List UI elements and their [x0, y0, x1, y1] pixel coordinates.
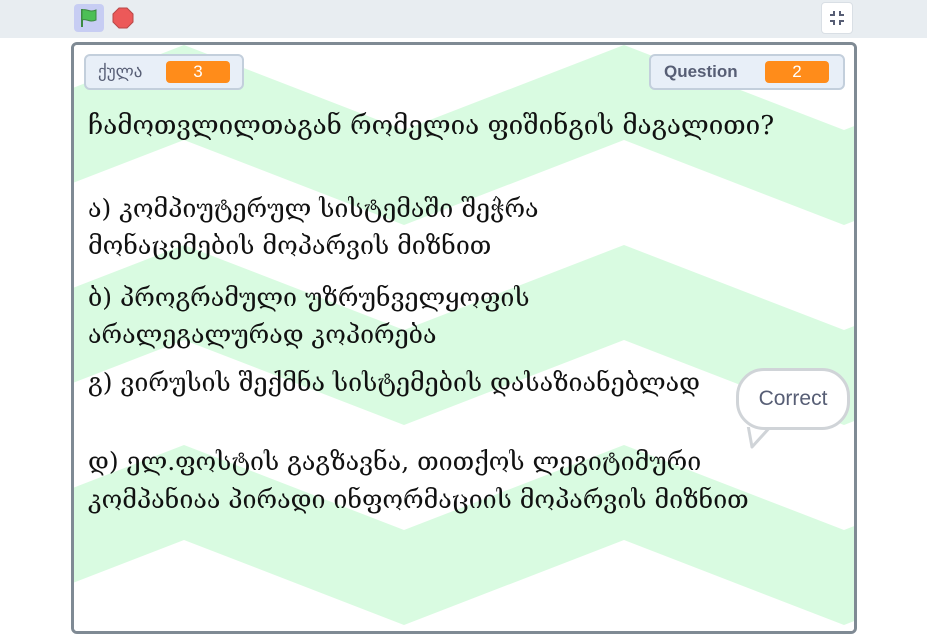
player-controls-bar: [0, 0, 927, 38]
exit-fullscreen-button[interactable]: [821, 2, 853, 34]
score-monitor[interactable]: ქულა 3: [84, 54, 244, 90]
answer-a-line-2: მონაცემების მოპარვის მიზნით: [88, 231, 492, 260]
answer-c-line-1: გ) ვირუსის შექმნა სისტემების დასაზიანებლ…: [88, 368, 701, 397]
stage[interactable]: ქულა 3 Question 2 ჩამოთვლილთაგან რომელია…: [71, 42, 857, 634]
score-label: ქულა: [98, 62, 143, 81]
score-value: 3: [166, 61, 230, 83]
answer-b-line-1: ბ) პროგრამული უზრუნველყოფის: [88, 283, 530, 312]
answer-d-line-1: დ) ელ.ფოსტის გაგზავნა, თითქოს ლეგიტიმური: [88, 447, 702, 476]
question-label: Question: [664, 62, 738, 81]
answer-d-line-2: კომპანიაა პირადი ინფორმაციის მოპარვის მი…: [88, 485, 749, 514]
green-flag-icon: [81, 9, 97, 27]
stop-icon: [112, 7, 134, 29]
speech-bubble: Correct: [736, 368, 850, 430]
question-monitor[interactable]: Question 2: [649, 54, 845, 90]
stop-button[interactable]: [111, 6, 135, 30]
question-text: ჩამოთვლილთაგან რომელია ფიშინგის მაგალითი…: [88, 111, 775, 141]
answer-b-line-2: არალეგალურად კოპირება: [88, 320, 437, 349]
question-value: 2: [765, 61, 829, 83]
exit-fullscreen-icon: [830, 11, 844, 25]
answer-a-line-1: ა) კომპიუტერულ სისტემაში შეჭრა: [88, 194, 539, 223]
green-flag-button[interactable]: [74, 4, 104, 32]
